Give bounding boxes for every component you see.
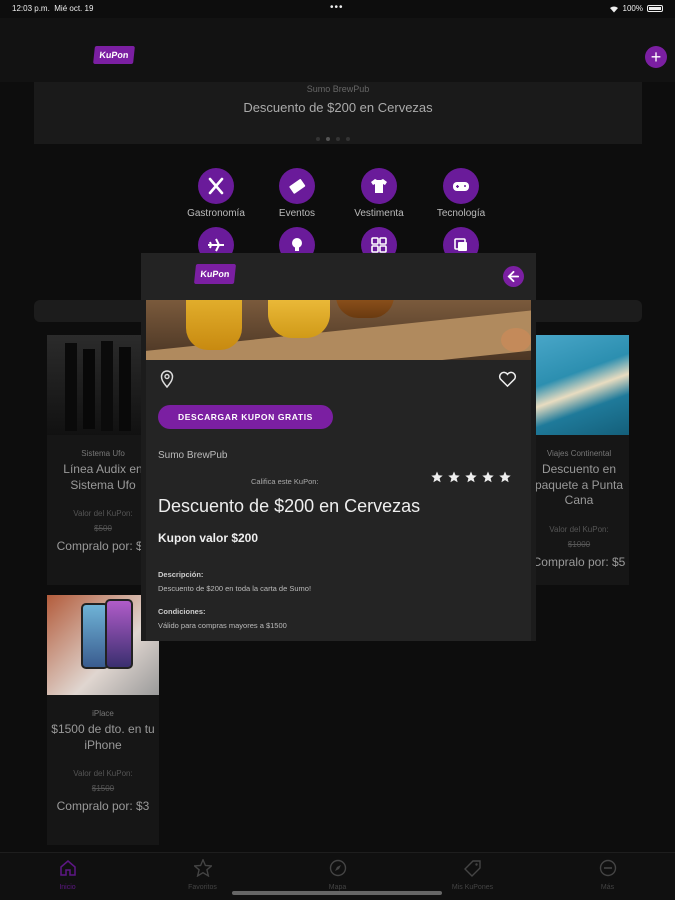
star-icon[interactable]	[448, 471, 460, 483]
arrow-left-icon	[507, 270, 520, 283]
battery-percent: 100%	[622, 4, 643, 13]
top-nav: KuPon +	[0, 18, 675, 82]
description-label: Descripción:	[158, 570, 204, 579]
home-indicator	[232, 891, 442, 895]
status-bar: 12:03 p.m. Mié oct. 19 ••• 100%	[0, 0, 675, 18]
rating-stars[interactable]	[431, 471, 511, 483]
conditions-label: Condiciones:	[158, 607, 206, 616]
compass-icon	[329, 859, 346, 877]
location-pin-icon[interactable]	[160, 370, 174, 388]
rate-label: Califica este KuPon:	[251, 477, 319, 486]
back-button[interactable]	[503, 266, 524, 287]
kupon-logo: KuPon	[93, 46, 135, 64]
merchant-name: Sumo BrewPub	[158, 450, 228, 461]
star-icon[interactable]	[465, 471, 477, 483]
more-icon	[599, 859, 616, 877]
tab-mas[interactable]: Más	[540, 859, 675, 891]
download-coupon-button[interactable]: DESCARGAR KUPON GRATIS	[158, 405, 333, 429]
ticket-icon	[279, 168, 315, 204]
multitask-dots-icon[interactable]: •••	[330, 2, 344, 13]
coupon-card[interactable]: Viajes Continental Descuento en paquete …	[529, 335, 629, 585]
star-icon	[192, 858, 213, 878]
tab-favoritos[interactable]: Favoritos	[135, 858, 270, 891]
gamepad-icon	[443, 168, 479, 204]
coupon-title: Descuento de $200 en Cervezas	[158, 496, 421, 516]
status-right: 100%	[609, 4, 663, 13]
banner-merchant: Sumo BrewPub	[306, 84, 370, 94]
conditions-text: Válido para compras mayores a $1500	[158, 621, 287, 630]
tab-inicio[interactable]: Inicio	[0, 859, 135, 891]
tab-mapa[interactable]: Mapa	[270, 859, 405, 891]
status-time: 12:03 p.m. Mié oct. 19	[12, 4, 94, 13]
featured-banner[interactable]: Sumo BrewPub Descuento de $200 en Cervez…	[34, 82, 642, 144]
modal-header: KuPon	[141, 253, 536, 300]
battery-icon	[647, 5, 663, 12]
shirt-icon	[361, 168, 397, 204]
fork-knife-icon	[198, 168, 234, 204]
home-icon	[59, 860, 76, 876]
modal-body: DESCARGAR KUPON GRATIS Sumo BrewPub Cali…	[146, 300, 531, 641]
star-icon[interactable]	[482, 471, 494, 483]
category-vestimenta[interactable]: Vestimenta	[339, 168, 419, 219]
coupon-detail-modal: KuPon DESCARGAR KUPON GRATIS Sumo BrewPu…	[141, 253, 536, 641]
description-text: Descuento de $200 en toda la carta de Su…	[158, 584, 312, 593]
star-icon[interactable]	[499, 471, 511, 483]
tag-icon	[463, 860, 481, 877]
banner-title: Descuento de $200 en Cervezas	[243, 100, 433, 115]
banner-pager	[316, 137, 350, 141]
kupon-logo: KuPon	[193, 264, 237, 284]
category-gastronomia[interactable]: Gastronomía	[176, 168, 256, 219]
coupon-value: Kupon valor $200	[158, 531, 259, 545]
star-icon[interactable]	[431, 471, 443, 483]
add-button[interactable]: +	[645, 46, 667, 68]
category-tecnologia[interactable]: Tecnología	[421, 168, 501, 219]
tab-mis-kupones[interactable]: Mis KuPones	[405, 859, 540, 891]
coupon-photo	[146, 300, 531, 360]
heart-icon[interactable]	[498, 371, 517, 388]
wifi-icon	[609, 5, 618, 12]
card-image	[529, 335, 629, 435]
category-eventos[interactable]: Eventos	[257, 168, 337, 219]
